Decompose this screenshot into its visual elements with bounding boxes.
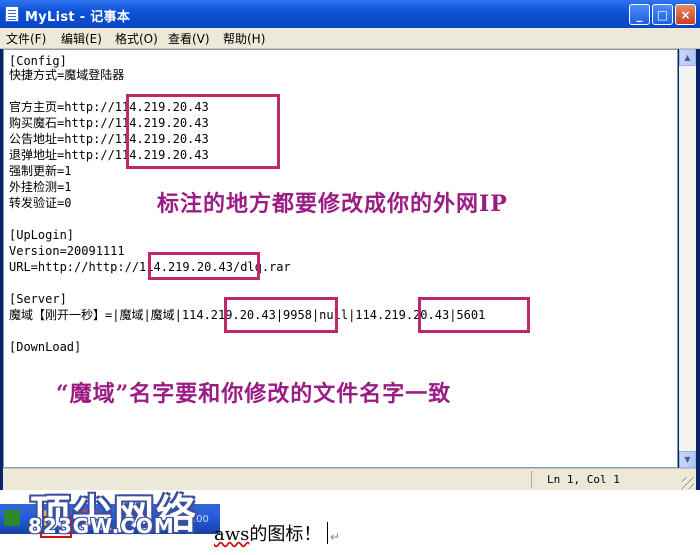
watermark-url: 823GW.COM [28, 514, 175, 538]
resize-grip-icon[interactable] [682, 477, 694, 489]
minimize-button[interactable]: _ [629, 4, 650, 25]
start-icon[interactable] [4, 510, 20, 526]
editor-line: 转发验证=0 [9, 196, 72, 210]
editor-line: 外挂检测=1 [9, 180, 72, 194]
status-pane: Ln 1, Col 1 [531, 471, 682, 488]
editor-line: 快捷方式=魔域登陆器 [9, 68, 125, 82]
menu-edit[interactable]: 编辑(E) [61, 30, 102, 47]
notepad-icon [5, 6, 19, 22]
menu-bar: 文件(F) 编辑(E) 格式(O) 查看(V) 帮助(H) [0, 28, 700, 49]
menu-view[interactable]: 查看(V) [168, 30, 210, 47]
paragraph-mark-icon: ↵ [330, 530, 341, 544]
annotation-ip-note: 标注的地方都要修改成你的外网IP [157, 191, 508, 217]
menu-help[interactable]: 帮助(H) [223, 30, 265, 47]
close-button[interactable]: × [675, 4, 696, 25]
highlight-box-server-ip-2 [418, 297, 530, 333]
editor-line: [Server] [9, 292, 67, 306]
title-bar[interactable]: MyList - 记事本 _ □ × [0, 0, 700, 28]
cursor-position: Ln 1, Col 1 [547, 473, 620, 486]
window-title: MyList - 记事本 [25, 10, 131, 25]
menu-file[interactable]: 文件(F) [6, 30, 46, 47]
highlight-box-urls [126, 94, 280, 169]
background-area: 12:00 顶尖网络 823GW.COM aws的图标！ ↵ [0, 490, 700, 555]
annotation-name-note: “魔域”名字要和你修改的文件名字一致 [56, 381, 452, 407]
editor-line: Version=20091111 [9, 244, 125, 258]
document-text: aws的图标！ [214, 520, 321, 546]
editor-line: [UpLogin] [9, 228, 75, 242]
maximize-button[interactable]: □ [652, 4, 673, 25]
scroll-up-icon[interactable]: ▲ [679, 49, 696, 66]
menu-format[interactable]: 格式(O) [115, 30, 158, 47]
document-text-rest: 的图标！ [249, 524, 322, 545]
misspelled-word: aws [214, 524, 250, 545]
editor-line: [DownLoad] [9, 340, 82, 354]
highlight-box-server-ip-1 [224, 297, 338, 333]
scroll-down-icon[interactable]: ▼ [679, 451, 696, 468]
text-cursor [327, 522, 328, 544]
editor-line: 强制更新=1 [9, 164, 72, 178]
text-editor[interactable]: [Config] 快捷方式=魔域登陆器 官方主页=http://114.219.… [3, 49, 678, 468]
highlight-box-login-url [148, 252, 260, 280]
vertical-scrollbar[interactable]: ▲ ▼ [679, 49, 696, 468]
editor-line: [Config] [9, 54, 67, 68]
notepad-window: MyList - 记事本 _ □ × 文件(F) 编辑(E) 格式(O) 查看(… [0, 0, 700, 491]
